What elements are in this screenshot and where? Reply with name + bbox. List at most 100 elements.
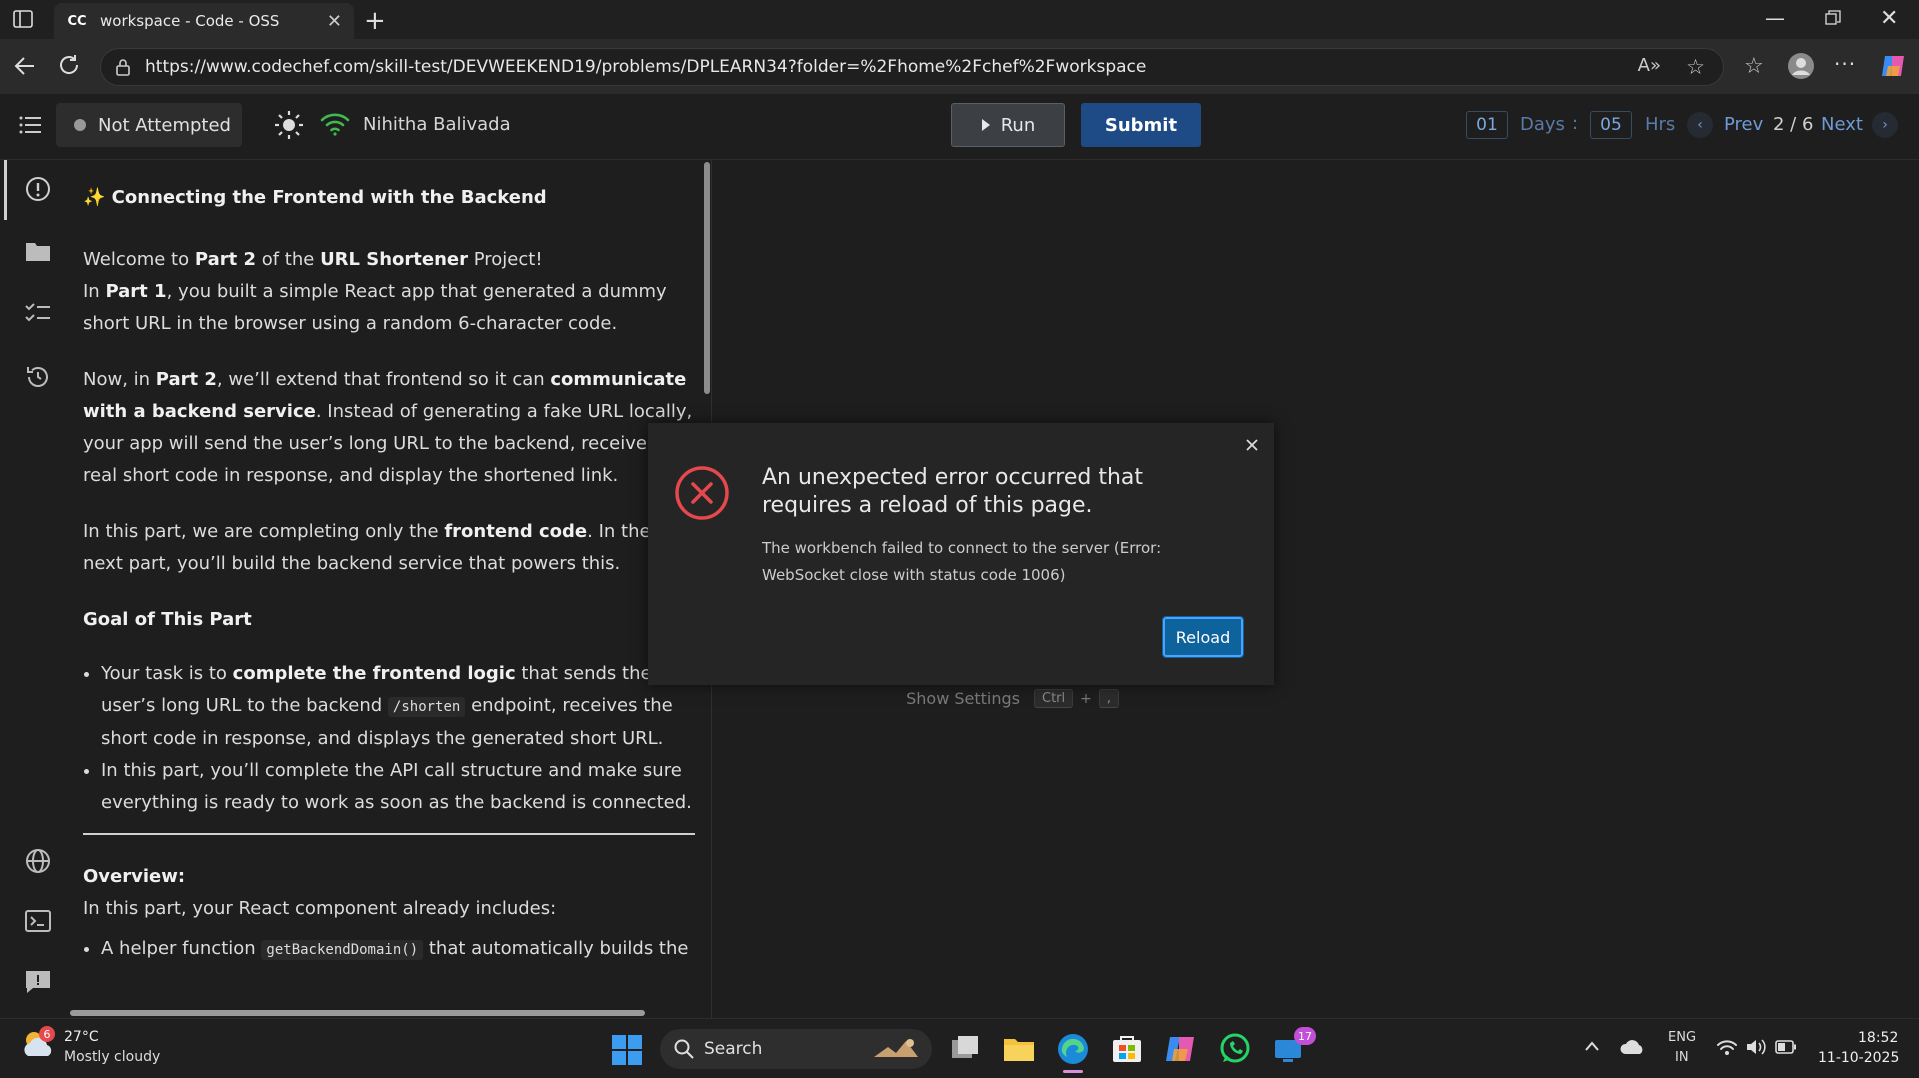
shortcut-label: Show Settings bbox=[906, 689, 1020, 708]
tray-overflow-chevron-icon[interactable] bbox=[1584, 1040, 1600, 1052]
hours-value: 05 bbox=[1590, 111, 1632, 139]
wifi-icon[interactable] bbox=[1716, 1038, 1738, 1056]
copilot-app-icon[interactable] bbox=[1164, 1032, 1198, 1066]
problem-content: ✨ Connecting the Frontend with the Backe… bbox=[83, 182, 695, 980]
search-label: Search bbox=[704, 1039, 763, 1059]
read-aloud-icon[interactable]: A» bbox=[1638, 55, 1661, 76]
problem-counter: 2 / 6 bbox=[1773, 114, 1814, 135]
prev-link[interactable]: Prev bbox=[1724, 114, 1763, 135]
user-name: Nihitha Balivada bbox=[363, 114, 511, 135]
status-text: Not Attempted bbox=[98, 114, 231, 136]
active-app-indicator bbox=[1063, 1070, 1083, 1073]
time-separator: : bbox=[1572, 113, 1579, 134]
problem-info-icon[interactable] bbox=[25, 176, 51, 202]
onedrive-cloud-icon[interactable] bbox=[1620, 1037, 1646, 1055]
panel-horizontal-scrollbar[interactable] bbox=[70, 1010, 645, 1016]
volume-icon[interactable] bbox=[1745, 1037, 1767, 1057]
list-item: In this part, you’ll complete the API ca… bbox=[101, 755, 695, 819]
submit-button[interactable]: Submit bbox=[1081, 103, 1201, 147]
profile-avatar-icon[interactable] bbox=[1787, 52, 1815, 80]
browser-tab-strip: CC workspace - Code - OSS ✕ + — ✕ bbox=[0, 0, 1919, 39]
tab-close-icon[interactable]: ✕ bbox=[327, 11, 342, 32]
overview-list: A helper function getBackendDomain() tha… bbox=[83, 933, 695, 966]
edge-browser-icon[interactable] bbox=[1056, 1032, 1090, 1073]
terminal-icon[interactable] bbox=[25, 910, 51, 932]
connection-wifi-icon bbox=[320, 112, 350, 136]
prev-chevron-icon[interactable]: ‹ bbox=[1687, 112, 1713, 138]
next-chevron-icon[interactable]: › bbox=[1872, 112, 1898, 138]
region-indicator[interactable]: IN bbox=[1675, 1050, 1689, 1065]
dialog-detail: The workbench failed to connect to the s… bbox=[762, 539, 1162, 584]
run-button[interactable]: Run bbox=[951, 103, 1065, 147]
active-indicator bbox=[4, 160, 7, 220]
windows-start-icon[interactable] bbox=[612, 1035, 642, 1065]
clock-time[interactable]: 18:52 bbox=[1858, 1030, 1898, 1046]
shortcut-row[interactable]: Show Settings Ctrl +, bbox=[720, 689, 1120, 708]
error-icon bbox=[674, 465, 730, 521]
new-tab-icon[interactable]: + bbox=[364, 6, 386, 36]
sidebar-toggle-icon[interactable] bbox=[12, 8, 34, 30]
checklist-icon[interactable] bbox=[25, 302, 51, 324]
goal-heading: Goal of This Part bbox=[83, 609, 252, 630]
task-view-icon[interactable] bbox=[948, 1032, 982, 1066]
error-dialog: An unexpected error occurred that requir… bbox=[648, 423, 1274, 685]
codechef-favicon: CC bbox=[66, 10, 88, 32]
key-plus: + bbox=[1080, 690, 1092, 707]
panel-vertical-scrollbar[interactable] bbox=[704, 162, 710, 394]
dialog-title: An unexpected error occurred that requir… bbox=[762, 465, 1143, 518]
address-bar[interactable]: https://www.codechef.com/skill-test/DEVW… bbox=[100, 48, 1724, 86]
play-icon bbox=[981, 118, 991, 132]
temperature[interactable]: 27°C bbox=[64, 1029, 99, 1045]
keybinding-key: , bbox=[1098, 689, 1120, 708]
battery-icon[interactable] bbox=[1775, 1040, 1797, 1054]
taskbar-search[interactable]: Search bbox=[660, 1029, 932, 1069]
feedback-icon[interactable] bbox=[25, 970, 51, 994]
theme-toggle-sun-icon[interactable] bbox=[274, 110, 304, 140]
url-text: https://www.codechef.com/skill-test/DEVW… bbox=[145, 57, 1147, 77]
clock-date[interactable]: 11-10-2025 bbox=[1818, 1050, 1899, 1066]
overview-paragraph: Overview: In this part, your React compo… bbox=[83, 866, 557, 919]
next-link[interactable]: Next bbox=[1821, 114, 1863, 135]
restore-icon[interactable] bbox=[1825, 10, 1841, 26]
reload-button[interactable]: Reload bbox=[1162, 616, 1244, 658]
dialog-close-icon[interactable] bbox=[1240, 433, 1264, 457]
section-divider bbox=[83, 833, 695, 835]
search-icon bbox=[674, 1039, 694, 1059]
notification-count: 17 bbox=[1294, 1027, 1316, 1045]
copilot-icon[interactable] bbox=[1879, 52, 1907, 80]
days-label: Days bbox=[1520, 114, 1565, 135]
favorite-star-icon[interactable]: ☆ bbox=[1686, 55, 1705, 79]
history-icon[interactable] bbox=[25, 364, 51, 390]
site-info-icon[interactable] bbox=[113, 57, 133, 77]
favorites-icon[interactable]: ☆ bbox=[1744, 54, 1764, 79]
hours-label: Hrs bbox=[1645, 114, 1676, 135]
globe-icon[interactable] bbox=[25, 848, 51, 874]
file-explorer-icon[interactable] bbox=[1002, 1032, 1036, 1066]
refresh-icon[interactable] bbox=[57, 53, 81, 77]
weather-text[interactable]: Mostly cloudy bbox=[64, 1049, 160, 1065]
weather-badge: 6 bbox=[39, 1026, 55, 1042]
problem-title: ✨ Connecting the Frontend with the Backe… bbox=[83, 187, 547, 208]
folder-icon[interactable] bbox=[25, 240, 51, 262]
browser-tab[interactable]: CC workspace - Code - OSS ✕ bbox=[54, 3, 354, 39]
search-highlight-icon bbox=[870, 1035, 922, 1063]
status-dot bbox=[74, 119, 86, 131]
minimize-icon[interactable]: — bbox=[1765, 6, 1785, 30]
keybinding-key: Ctrl bbox=[1034, 689, 1074, 708]
activity-bar bbox=[0, 160, 56, 1018]
more-options-icon[interactable]: ··· bbox=[1834, 52, 1856, 76]
language-indicator[interactable]: ENG bbox=[1668, 1030, 1696, 1045]
tab-title: workspace - Code - OSS bbox=[100, 12, 280, 30]
list-item: Your task is to complete the frontend lo… bbox=[101, 658, 695, 755]
menu-icon[interactable] bbox=[18, 114, 42, 136]
goal-list: Your task is to complete the frontend lo… bbox=[83, 658, 695, 819]
window-close-icon[interactable]: ✕ bbox=[1880, 6, 1898, 31]
back-icon[interactable] bbox=[12, 53, 38, 79]
whatsapp-icon[interactable] bbox=[1218, 1032, 1252, 1066]
status-badge: Not Attempted bbox=[56, 103, 242, 147]
days-value: 01 bbox=[1466, 111, 1508, 139]
run-label: Run bbox=[1000, 114, 1036, 136]
problem-statement-panel[interactable]: ✨ Connecting the Frontend with the Backe… bbox=[56, 160, 712, 1018]
intro-paragraph: Welcome to Part 2 of the URL Shortener P… bbox=[83, 249, 667, 334]
microsoft-store-icon[interactable] bbox=[1110, 1032, 1144, 1066]
